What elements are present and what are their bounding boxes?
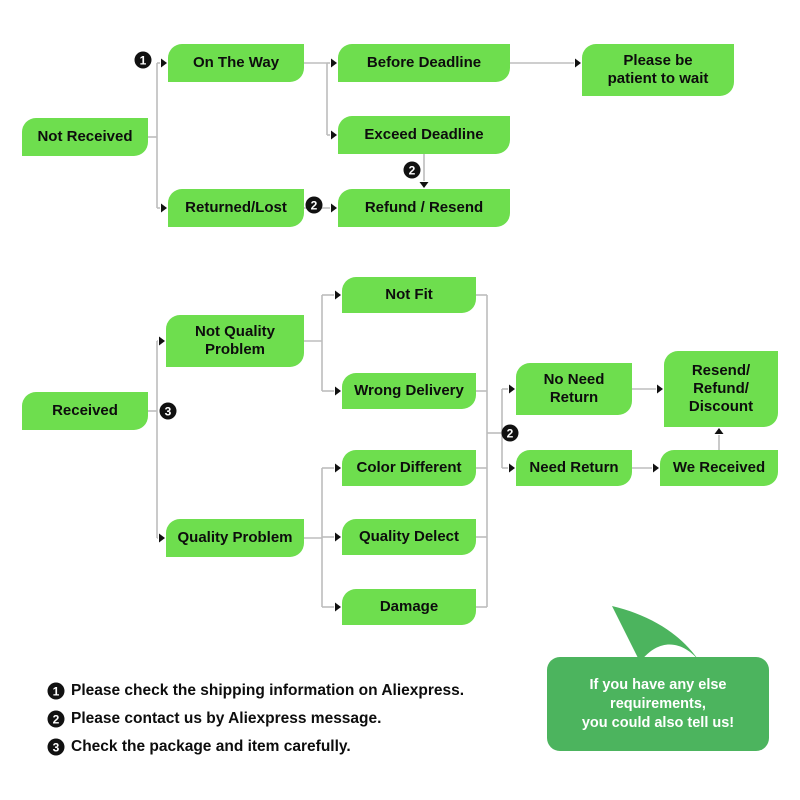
- callout-line: If you have any else: [589, 677, 726, 693]
- node-label: Color Different: [357, 459, 462, 476]
- step-badge-1: 1: [134, 51, 152, 69]
- node-label: Not Received: [37, 128, 132, 145]
- node-label: Refund / Resend: [365, 199, 483, 216]
- legend-item-2: 2 Please contact us by Aliexpress message…: [47, 710, 381, 728]
- node-color-different[interactable]: Color Different: [342, 450, 476, 486]
- node-need-return[interactable]: Need Return: [516, 450, 632, 486]
- node-on-the-way[interactable]: On The Way: [168, 44, 304, 82]
- node-label: Wrong Delivery: [354, 382, 464, 399]
- node-label: Returned/Lost: [185, 199, 287, 216]
- badge-number: 3: [165, 405, 172, 419]
- legend-item-3: 3 Check the package and item carefully.: [47, 738, 351, 756]
- node-quality-problem[interactable]: Quality Problem: [166, 519, 304, 557]
- node-label: Before Deadline: [367, 54, 481, 71]
- node-label: Refund/: [693, 380, 750, 397]
- legend-item-text: Please contact us by Aliexpress message.: [71, 710, 381, 727]
- node-not-received[interactable]: Not Received: [22, 118, 148, 156]
- badge-number: 1: [140, 54, 147, 68]
- badge-number: 2: [507, 427, 514, 441]
- callout-line: requirements,: [610, 696, 706, 712]
- node-label: Problem: [205, 341, 265, 358]
- node-no-need-return[interactable]: No NeedReturn: [516, 363, 632, 415]
- step-badge-2: 2: [403, 161, 421, 179]
- step-badge-2: 2: [305, 196, 323, 214]
- node-resend-refund-discount[interactable]: Resend/Refund/Discount: [664, 351, 778, 427]
- node-label: On The Way: [193, 54, 280, 71]
- legend-item-text: Please check the shipping information on…: [71, 682, 464, 699]
- node-not-fit[interactable]: Not Fit: [342, 277, 476, 313]
- legend-badge-number: 2: [53, 713, 60, 727]
- node-damage[interactable]: Damage: [342, 589, 476, 625]
- node-wrong-delivery[interactable]: Wrong Delivery: [342, 373, 476, 409]
- legend-badge-number: 3: [53, 741, 60, 755]
- node-before-deadline[interactable]: Before Deadline: [338, 44, 510, 82]
- node-label: Discount: [689, 398, 753, 415]
- legend-item-1: 1 Please check the shipping information o…: [47, 682, 464, 700]
- node-label: Please be: [623, 52, 692, 69]
- step-badge-3: 3: [159, 402, 177, 420]
- node-received[interactable]: Received: [22, 392, 148, 430]
- legend-badge-number: 1: [53, 685, 60, 699]
- node-returned-lost[interactable]: Returned/Lost: [168, 189, 304, 227]
- node-label: Exceed Deadline: [364, 126, 483, 143]
- node-quality-delect[interactable]: Quality Delect: [342, 519, 476, 555]
- node-label: Not Quality: [195, 323, 276, 340]
- node-not-quality-problem[interactable]: Not QualityProblem: [166, 315, 304, 367]
- node-label: Resend/: [692, 362, 751, 379]
- node-exceed-deadline[interactable]: Exceed Deadline: [338, 116, 510, 154]
- badge-number: 2: [409, 164, 416, 178]
- flowchart-canvas: Not Received On The Way Returned/Lost Befor…: [0, 0, 800, 800]
- node-label: Need Return: [529, 459, 618, 476]
- node-label: Quality Problem: [177, 529, 292, 546]
- node-label: patient to wait: [608, 70, 709, 87]
- node-label: Return: [550, 389, 598, 406]
- node-label: We Received: [673, 459, 765, 476]
- node-label: No Need: [544, 371, 605, 388]
- badge-number: 2: [311, 199, 318, 213]
- node-label: Damage: [380, 598, 438, 615]
- node-label: Not Fit: [385, 286, 432, 303]
- node-refund-resend[interactable]: Refund / Resend: [338, 189, 510, 227]
- node-label: Received: [52, 402, 118, 419]
- node-we-received[interactable]: We Received: [660, 450, 778, 486]
- flowchart-container: Not Received On The Way Returned/Lost Befor…: [0, 0, 800, 800]
- callout-line: you could also tell us!: [582, 715, 734, 731]
- legend-item-text: Check the package and item carefully.: [71, 738, 351, 755]
- node-label: Quality Delect: [359, 528, 459, 545]
- step-badge-2: 2: [501, 424, 519, 442]
- node-please-be-patient[interactable]: Please bepatient to wait: [582, 44, 734, 96]
